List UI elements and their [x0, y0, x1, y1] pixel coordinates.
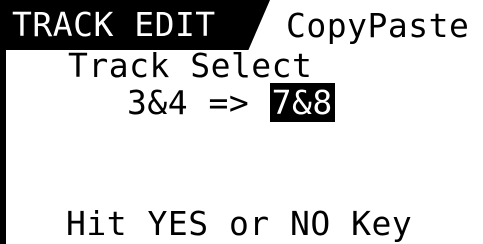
source-tracks: 3&4 [127, 83, 189, 122]
menu-tab: TRACK EDIT [0, 0, 270, 50]
confirmation-prompt: Hit YES or NO Key [66, 204, 413, 243]
track-select-row: 3&4 => 7&8 [127, 83, 335, 122]
edit-mode-label: CopyPaste [286, 6, 470, 45]
menu-tab-label: TRACK EDIT [12, 5, 216, 44]
destination-tracks-selector[interactable]: 7&8 [269, 83, 335, 122]
lcd-screen: TRACK EDIT CopyPaste Track Select 3&4 =>… [0, 0, 483, 244]
arrow-label: => [208, 83, 250, 122]
track-select-title: Track Select [68, 46, 313, 85]
